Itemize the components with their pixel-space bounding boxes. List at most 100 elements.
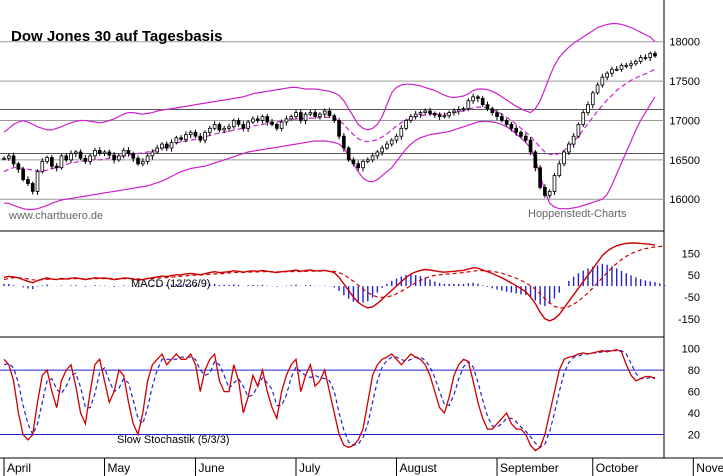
- candle-body: [332, 115, 337, 121]
- candle-body: [562, 151, 566, 165]
- candle-body: [385, 143, 389, 149]
- candle-body: [442, 115, 447, 118]
- candle-body: [471, 96, 475, 102]
- candle-body: [648, 53, 653, 58]
- candle-body: [217, 124, 222, 131]
- candle-body: [351, 159, 356, 165]
- candle-body: [107, 151, 112, 156]
- candle-body: [638, 57, 643, 62]
- candle-body: [361, 161, 365, 169]
- candle-body: [375, 151, 380, 157]
- candle-body: [126, 150, 131, 154]
- macd-line: [3, 242, 656, 322]
- candle-body: [174, 137, 179, 143]
- candle-body: [610, 68, 614, 74]
- candle-body: [231, 120, 236, 128]
- month-label: November: [696, 461, 723, 475]
- candle-body: [308, 112, 313, 115]
- candle-body: [605, 72, 609, 78]
- candle-body: [150, 151, 155, 157]
- candle-body: [169, 142, 174, 149]
- candle-body: [643, 57, 648, 59]
- candle-body: [121, 150, 126, 157]
- candle-body: [409, 116, 413, 121]
- candle-body: [64, 155, 69, 161]
- candle-body: [322, 110, 327, 115]
- candle-body: [16, 163, 21, 170]
- candle-body: [428, 110, 432, 114]
- candle-body: [356, 163, 361, 169]
- candle-body: [509, 124, 514, 129]
- candle-body: [476, 96, 480, 99]
- month-label: October: [596, 461, 639, 475]
- candle-body: [275, 124, 279, 129]
- candle-body: [26, 179, 30, 184]
- macd-tick-label: -150: [678, 314, 700, 326]
- candle-body: [73, 151, 78, 154]
- stochastic-tick-label: 80: [688, 365, 700, 377]
- chart-title: Dow Jones 30 auf Tagesbasis: [11, 28, 222, 45]
- candle-body: [499, 116, 504, 121]
- candle-body: [365, 159, 370, 162]
- candle-body: [581, 112, 586, 125]
- candle-body: [102, 151, 107, 154]
- candle-body: [54, 165, 59, 169]
- month-label: August: [400, 461, 438, 475]
- candle-body: [619, 64, 624, 70]
- candle-body: [543, 187, 547, 196]
- candle-body: [346, 147, 351, 161]
- candle-body: [140, 161, 145, 165]
- candle-body: [313, 112, 317, 117]
- stochastic-tick-label: 40: [688, 408, 700, 420]
- candle-body: [255, 118, 260, 121]
- candle-body: [284, 118, 289, 123]
- stochastic-tick-label: 100: [682, 344, 700, 356]
- macd-tick-label: -50: [684, 292, 700, 304]
- candle-body: [480, 98, 485, 106]
- candle-body: [88, 155, 92, 162]
- candle-body: [423, 110, 428, 113]
- candle-body: [519, 131, 523, 137]
- price-tick-label: 17000: [669, 115, 700, 127]
- candle-body: [413, 113, 418, 117]
- candle-body: [241, 124, 246, 129]
- candle-body: [2, 157, 6, 160]
- month-label: June: [198, 461, 224, 475]
- candle-body: [289, 116, 294, 120]
- candle-body: [380, 147, 384, 153]
- candle-body: [342, 135, 346, 149]
- candle-body: [83, 157, 88, 162]
- candle-body: [337, 120, 341, 137]
- stochastic-tick-label: 60: [688, 387, 700, 399]
- stochastic-k-line: [3, 349, 656, 452]
- candle-body: [59, 155, 64, 169]
- candle-body: [466, 100, 471, 110]
- candle-body: [456, 109, 461, 112]
- candle-body: [11, 155, 16, 165]
- candle-body: [538, 167, 542, 188]
- candle-body: [21, 168, 25, 180]
- candle-body: [260, 116, 265, 121]
- candle-body: [45, 157, 49, 162]
- candle-body: [246, 121, 250, 129]
- candle-body: [547, 190, 552, 196]
- candle-body: [461, 108, 466, 111]
- candle-body: [203, 131, 207, 141]
- candle-body: [571, 135, 576, 145]
- price-tick-label: 16000: [669, 194, 700, 206]
- candle-body: [399, 127, 404, 137]
- price-tick-label: 18000: [669, 37, 700, 49]
- candle-body: [590, 92, 595, 106]
- candle-body: [97, 150, 102, 154]
- candle-body: [184, 134, 188, 140]
- candle-body: [35, 171, 40, 192]
- candle-body: [155, 147, 160, 153]
- candle-body: [528, 139, 533, 153]
- candle-body: [595, 84, 600, 94]
- candle-body: [504, 120, 509, 125]
- candle-body: [576, 124, 581, 137]
- candle-body: [117, 155, 121, 161]
- candle-body: [557, 163, 562, 177]
- candle-body: [447, 112, 451, 117]
- candle-body: [600, 76, 605, 86]
